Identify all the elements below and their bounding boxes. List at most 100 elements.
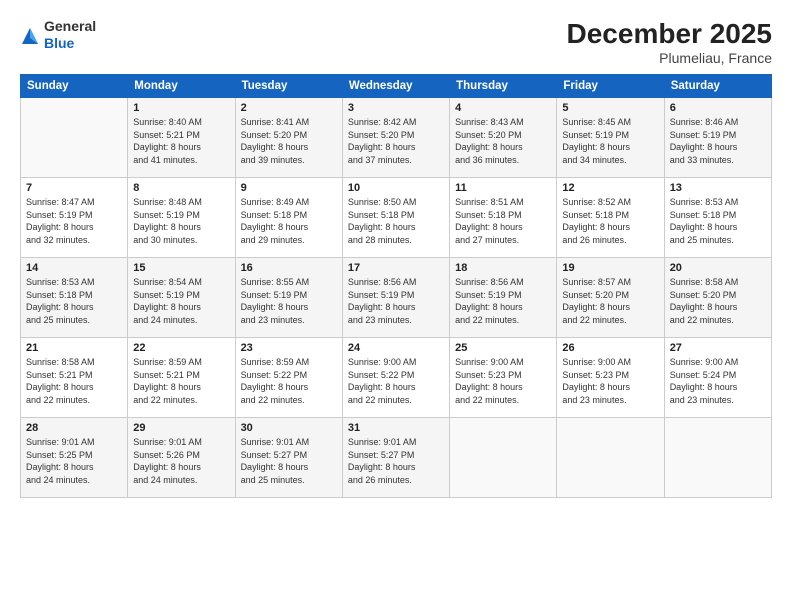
calendar-header-row: SundayMondayTuesdayWednesdayThursdayFrid… [21, 75, 772, 98]
calendar-cell: 30Sunrise: 9:01 AM Sunset: 5:27 PM Dayli… [235, 418, 342, 498]
calendar-table: SundayMondayTuesdayWednesdayThursdayFrid… [20, 74, 772, 498]
day-detail: Sunrise: 8:45 AM Sunset: 5:19 PM Dayligh… [562, 116, 658, 166]
calendar-cell [664, 418, 771, 498]
calendar-cell: 7Sunrise: 8:47 AM Sunset: 5:19 PM Daylig… [21, 178, 128, 258]
day-number: 30 [241, 422, 337, 434]
day-number: 19 [562, 262, 658, 274]
day-number: 21 [26, 342, 122, 354]
day-detail: Sunrise: 8:42 AM Sunset: 5:20 PM Dayligh… [348, 116, 444, 166]
calendar-cell: 9 Sunrise: 8:49 AM Sunset: 5:18 PM Daylig… [235, 178, 342, 258]
day-detail: Sunrise: 8:59 AM Sunset: 5:22 PM Dayligh… [241, 356, 337, 406]
day-detail: Sunrise: 9:00 AM Sunset: 5:23 PM Dayligh… [562, 356, 658, 406]
day-number: 12 [562, 182, 658, 194]
logo-text: General Blue [44, 18, 96, 52]
day-detail: Sunrise: 8:48 AM Sunset: 5:19 PM Dayligh… [133, 196, 229, 246]
calendar-header-monday: Monday [128, 75, 235, 98]
day-detail: Sunrise: 8:58 AM Sunset: 5:21 PM Dayligh… [26, 356, 122, 406]
day-number: 16 [241, 262, 337, 274]
logo-icon [20, 26, 40, 46]
logo-general: General [44, 18, 96, 35]
calendar-cell: 22 Sunrise: 8:59 AM Sunset: 5:21 PM Dayli… [128, 338, 235, 418]
calendar-cell: 21 Sunrise: 8:58 AM Sunset: 5:21 PM Dayli… [21, 338, 128, 418]
day-detail: Sunrise: 8:59 AM Sunset: 5:21 PM Dayligh… [133, 356, 229, 406]
day-number: 15 [133, 262, 229, 274]
calendar-cell: 26 Sunrise: 9:00 AM Sunset: 5:23 PM Dayli… [557, 338, 664, 418]
calendar-cell: 17 Sunrise: 8:56 AM Sunset: 5:19 PM Dayli… [342, 258, 449, 338]
calendar-cell [450, 418, 557, 498]
calendar-week-row: 14 Sunrise: 8:53 AM Sunset: 5:18 PM Dayli… [21, 258, 772, 338]
calendar-cell: 16 Sunrise: 8:55 AM Sunset: 5:19 PM Dayli… [235, 258, 342, 338]
day-number: 31 [348, 422, 444, 434]
calendar-cell [21, 98, 128, 178]
day-detail: Sunrise: 9:00 AM Sunset: 5:24 PM Dayligh… [670, 356, 766, 406]
day-number: 2 [241, 102, 337, 114]
calendar-cell: 2 Sunrise: 8:41 AM Sunset: 5:20 PM Daylig… [235, 98, 342, 178]
day-detail: Sunrise: 8:55 AM Sunset: 5:19 PM Dayligh… [241, 276, 337, 326]
day-detail: Sunrise: 8:51 AM Sunset: 5:18 PM Dayligh… [455, 196, 551, 246]
day-detail: Sunrise: 8:47 AM Sunset: 5:19 PM Dayligh… [26, 196, 122, 246]
calendar-week-row: 21 Sunrise: 8:58 AM Sunset: 5:21 PM Dayli… [21, 338, 772, 418]
title-month: December 2025 [567, 18, 772, 50]
calendar-cell: 19Sunrise: 8:57 AM Sunset: 5:20 PM Dayli… [557, 258, 664, 338]
calendar-cell: 1Sunrise: 8:40 AM Sunset: 5:21 PM Daylig… [128, 98, 235, 178]
day-detail: Sunrise: 8:56 AM Sunset: 5:19 PM Dayligh… [455, 276, 551, 326]
day-number: 11 [455, 182, 551, 194]
calendar-cell: 23Sunrise: 8:59 AM Sunset: 5:22 PM Dayli… [235, 338, 342, 418]
calendar-cell: 14 Sunrise: 8:53 AM Sunset: 5:18 PM Dayli… [21, 258, 128, 338]
calendar-cell [557, 418, 664, 498]
calendar-cell: 5Sunrise: 8:45 AM Sunset: 5:19 PM Daylig… [557, 98, 664, 178]
day-detail: Sunrise: 8:53 AM Sunset: 5:18 PM Dayligh… [26, 276, 122, 326]
day-number: 9 [241, 182, 337, 194]
calendar-cell: 3Sunrise: 8:42 AM Sunset: 5:20 PM Daylig… [342, 98, 449, 178]
calendar-header-friday: Friday [557, 75, 664, 98]
calendar-cell: 27Sunrise: 9:00 AM Sunset: 5:24 PM Dayli… [664, 338, 771, 418]
day-detail: Sunrise: 8:40 AM Sunset: 5:21 PM Dayligh… [133, 116, 229, 166]
day-detail: Sunrise: 8:53 AM Sunset: 5:18 PM Dayligh… [670, 196, 766, 246]
calendar-header-tuesday: Tuesday [235, 75, 342, 98]
calendar-cell: 8 Sunrise: 8:48 AM Sunset: 5:19 PM Daylig… [128, 178, 235, 258]
day-number: 8 [133, 182, 229, 194]
calendar-cell: 31 Sunrise: 9:01 AM Sunset: 5:27 PM Dayli… [342, 418, 449, 498]
day-number: 22 [133, 342, 229, 354]
calendar-cell: 11 Sunrise: 8:51 AM Sunset: 5:18 PM Dayli… [450, 178, 557, 258]
day-number: 20 [670, 262, 766, 274]
day-number: 13 [670, 182, 766, 194]
day-detail: Sunrise: 8:43 AM Sunset: 5:20 PM Dayligh… [455, 116, 551, 166]
calendar-cell: 6 Sunrise: 8:46 AM Sunset: 5:19 PM Daylig… [664, 98, 771, 178]
day-number: 10 [348, 182, 444, 194]
day-detail: Sunrise: 9:01 AM Sunset: 5:27 PM Dayligh… [348, 436, 444, 486]
header: General Blue December 2025 Plumeliau, Fr… [20, 18, 772, 66]
day-detail: Sunrise: 9:01 AM Sunset: 5:26 PM Dayligh… [133, 436, 229, 486]
calendar-cell: 28 Sunrise: 9:01 AM Sunset: 5:25 PM Dayli… [21, 418, 128, 498]
title-location: Plumeliau, France [567, 50, 772, 66]
day-number: 17 [348, 262, 444, 274]
day-detail: Sunrise: 8:50 AM Sunset: 5:18 PM Dayligh… [348, 196, 444, 246]
calendar-cell: 4 Sunrise: 8:43 AM Sunset: 5:20 PM Daylig… [450, 98, 557, 178]
calendar-cell: 25Sunrise: 9:00 AM Sunset: 5:23 PM Dayli… [450, 338, 557, 418]
calendar-week-row: 1Sunrise: 8:40 AM Sunset: 5:21 PM Daylig… [21, 98, 772, 178]
day-number: 24 [348, 342, 444, 354]
day-detail: Sunrise: 8:52 AM Sunset: 5:18 PM Dayligh… [562, 196, 658, 246]
day-number: 4 [455, 102, 551, 114]
day-number: 6 [670, 102, 766, 114]
calendar-week-row: 7Sunrise: 8:47 AM Sunset: 5:19 PM Daylig… [21, 178, 772, 258]
calendar-cell: 29 Sunrise: 9:01 AM Sunset: 5:26 PM Dayli… [128, 418, 235, 498]
day-number: 26 [562, 342, 658, 354]
day-number: 25 [455, 342, 551, 354]
day-detail: Sunrise: 9:01 AM Sunset: 5:25 PM Dayligh… [26, 436, 122, 486]
calendar-cell: 12 Sunrise: 8:52 AM Sunset: 5:18 PM Dayli… [557, 178, 664, 258]
day-number: 28 [26, 422, 122, 434]
logo: General Blue [20, 18, 96, 52]
day-number: 14 [26, 262, 122, 274]
logo-blue: Blue [44, 35, 96, 52]
day-detail: Sunrise: 8:49 AM Sunset: 5:18 PM Dayligh… [241, 196, 337, 246]
day-detail: Sunrise: 8:46 AM Sunset: 5:19 PM Dayligh… [670, 116, 766, 166]
day-detail: Sunrise: 8:56 AM Sunset: 5:19 PM Dayligh… [348, 276, 444, 326]
day-detail: Sunrise: 8:41 AM Sunset: 5:20 PM Dayligh… [241, 116, 337, 166]
calendar-week-row: 28 Sunrise: 9:01 AM Sunset: 5:25 PM Dayli… [21, 418, 772, 498]
calendar-cell: 18Sunrise: 8:56 AM Sunset: 5:19 PM Dayli… [450, 258, 557, 338]
title-block: December 2025 Plumeliau, France [567, 18, 772, 66]
day-number: 29 [133, 422, 229, 434]
calendar-cell: 20Sunrise: 8:58 AM Sunset: 5:20 PM Dayli… [664, 258, 771, 338]
calendar-cell: 10 Sunrise: 8:50 AM Sunset: 5:18 PM Dayli… [342, 178, 449, 258]
